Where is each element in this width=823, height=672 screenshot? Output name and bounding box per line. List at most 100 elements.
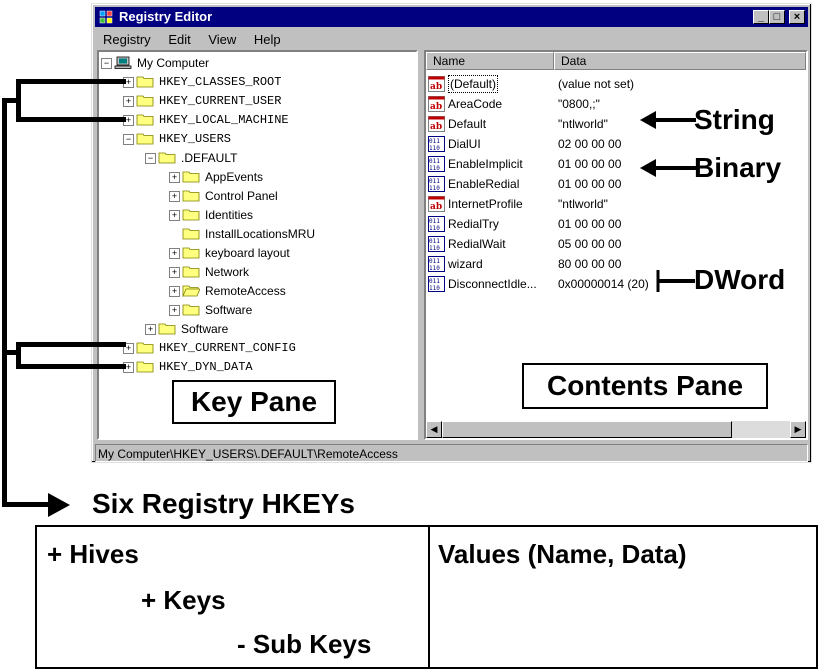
- menu-bar: Registry Edit View Help: [95, 30, 287, 50]
- svg-text:110: 110: [429, 285, 440, 292]
- expand-icon[interactable]: +: [169, 172, 180, 183]
- expand-icon[interactable]: +: [145, 324, 156, 335]
- minimize-button[interactable]: _: [753, 10, 769, 24]
- tree-node-label: Software: [205, 303, 253, 317]
- menu-registry[interactable]: Registry: [103, 32, 151, 47]
- svg-text:011: 011: [429, 158, 440, 165]
- collapse-icon[interactable]: −: [123, 134, 134, 145]
- tree-node-label: HKEY_CURRENT_USER: [159, 94, 282, 108]
- value-name: RedialWait: [448, 237, 506, 251]
- binary-annotation: Binary: [694, 152, 782, 183]
- svg-text:011: 011: [429, 258, 440, 265]
- value-name: DialUI: [448, 137, 481, 151]
- value-name: (Default): [448, 75, 499, 93]
- svg-text:011: 011: [429, 178, 440, 185]
- close-button[interactable]: ×: [789, 10, 805, 24]
- maximize-button[interactable]: □: [769, 10, 785, 24]
- svg-text:110: 110: [429, 165, 440, 172]
- value-row[interactable]: 011 110 RedialWait 05 00 00 00: [426, 234, 806, 254]
- menu-edit[interactable]: Edit: [168, 32, 190, 47]
- sub-keys-label: - Sub Keys: [237, 629, 372, 659]
- column-header-name[interactable]: Name: [426, 52, 554, 70]
- six-hkeys-arrow-icon: [48, 493, 70, 517]
- hives-label: + Hives: [47, 539, 139, 569]
- value-data: "ntlworld": [558, 197, 608, 211]
- table-divider: [428, 527, 430, 667]
- summary-table: + Hives + Keys - Sub Keys Values (Name, …: [35, 525, 818, 669]
- title-bar[interactable]: Registry Editor _ □ ×: [95, 7, 808, 27]
- value-data: "0800,;": [558, 97, 600, 111]
- expand-icon[interactable]: +: [169, 210, 180, 221]
- contents-pane-label: Contents Pane: [522, 363, 768, 409]
- expand-icon[interactable]: +: [123, 96, 134, 107]
- values-label: Values (Name, Data): [438, 539, 687, 569]
- bracket-upper-spine: [16, 79, 21, 122]
- value-data: 80 00 00 00: [558, 257, 622, 271]
- string-value-icon: ab: [428, 96, 445, 112]
- value-data: "ntlworld": [558, 117, 608, 131]
- value-row[interactable]: ab (Default) (value not set): [426, 74, 806, 94]
- value-data: (value not set): [558, 77, 635, 91]
- keys-label: + Keys: [141, 585, 226, 615]
- tree-node-label: HKEY_DYN_DATA: [159, 360, 253, 374]
- horizontal-scrollbar[interactable]: ◀ ▶: [426, 421, 806, 438]
- tree-node-label: Control Panel: [205, 189, 278, 203]
- column-header-data[interactable]: Data: [554, 52, 806, 70]
- dword-marker-icon: [656, 270, 695, 292]
- menu-help[interactable]: Help: [254, 32, 281, 47]
- collapse-icon[interactable]: −: [145, 153, 156, 164]
- value-name: InternetProfile: [448, 197, 523, 211]
- svg-text:110: 110: [429, 225, 440, 232]
- collapse-icon[interactable]: −: [101, 58, 112, 69]
- svg-text:ab: ab: [430, 82, 442, 92]
- binary-value-icon: 011 110: [428, 276, 445, 292]
- value-row[interactable]: ab InternetProfile "ntlworld": [426, 194, 806, 214]
- tree-node-label: RemoteAccess: [205, 284, 286, 298]
- scroll-thumb[interactable]: [442, 421, 732, 438]
- expand-icon[interactable]: +: [169, 305, 180, 316]
- tree-node-label: .DEFAULT: [181, 151, 238, 165]
- tree-node-label: AppEvents: [205, 170, 264, 184]
- svg-text:011: 011: [429, 138, 440, 145]
- svg-text:110: 110: [429, 145, 440, 152]
- svg-text:011: 011: [429, 278, 440, 285]
- expand-icon[interactable]: +: [169, 267, 180, 278]
- binary-arrow-icon: [640, 159, 696, 177]
- string-arrow-icon: [640, 111, 696, 129]
- expand-icon[interactable]: +: [169, 191, 180, 202]
- string-value-icon: ab: [428, 116, 445, 132]
- binary-value-icon: 011 110: [428, 176, 445, 192]
- value-name: AreaCode: [448, 97, 503, 111]
- svg-text:ab: ab: [430, 122, 442, 132]
- tree-node-label: My Computer: [137, 56, 210, 70]
- tree-node-label: Identities: [205, 208, 254, 222]
- six-hkeys-annotation: Six Registry HKEYs: [92, 488, 355, 519]
- tree-node-label: InstallLocationsMRU: [205, 227, 316, 241]
- bracket-dyn-data: [16, 364, 126, 369]
- string-annotation: String: [694, 104, 775, 135]
- value-name: RedialTry: [448, 217, 499, 231]
- menu-view[interactable]: View: [208, 32, 236, 47]
- tree-node-label: keyboard layout: [205, 246, 290, 260]
- window-title: Registry Editor: [119, 9, 213, 24]
- binary-value-icon: 011 110: [428, 216, 445, 232]
- svg-text:011: 011: [429, 238, 440, 245]
- value-data: 02 00 00 00: [558, 137, 622, 151]
- expand-icon[interactable]: +: [169, 286, 180, 297]
- value-name: wizard: [448, 257, 483, 271]
- expand-icon[interactable]: +: [169, 248, 180, 259]
- value-data: 05 00 00 00: [558, 237, 622, 251]
- bracket-classes-root: [16, 79, 126, 84]
- binary-value-icon: 011 110: [428, 136, 445, 152]
- scroll-right-button[interactable]: ▶: [790, 421, 806, 438]
- bracket-current-config: [16, 342, 126, 347]
- bracket-bottom-arm: [2, 502, 52, 507]
- dword-annotation: DWord: [694, 264, 786, 295]
- scroll-left-button[interactable]: ◀: [426, 421, 442, 438]
- value-data: 01 00 00 00: [558, 157, 622, 171]
- hkeys-bracket-vertical: [2, 98, 7, 506]
- value-row[interactable]: 011 110 DialUI 02 00 00 00: [426, 134, 806, 154]
- value-name: EnableImplicit: [448, 157, 523, 171]
- value-row[interactable]: 011 110 RedialTry 01 00 00 00: [426, 214, 806, 234]
- bracket-local-machine: [16, 117, 126, 122]
